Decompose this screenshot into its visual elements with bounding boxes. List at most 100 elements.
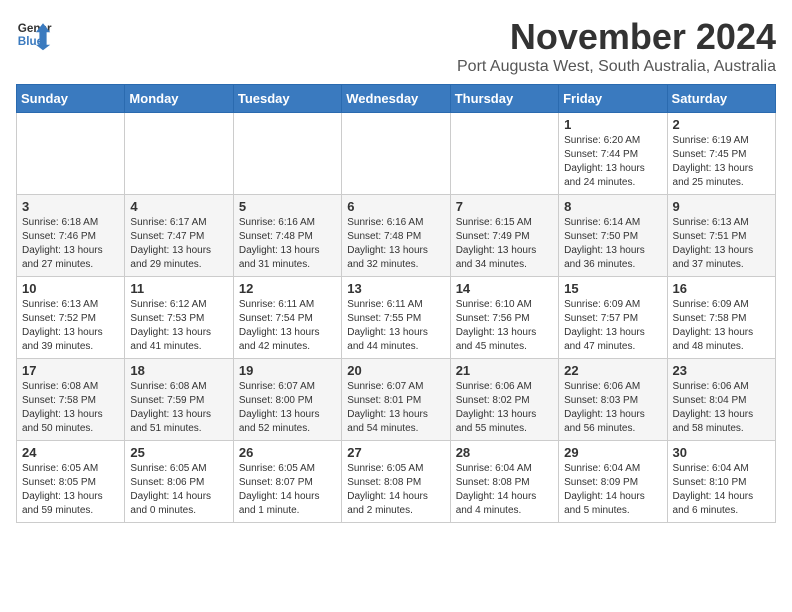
day-info: Sunrise: 6:06 AM Sunset: 8:04 PM Dayligh… (673, 381, 754, 434)
day-cell (233, 113, 341, 195)
day-cell: 19Sunrise: 6:07 AM Sunset: 8:00 PM Dayli… (233, 359, 341, 441)
day-cell: 21Sunrise: 6:06 AM Sunset: 8:02 PM Dayli… (450, 359, 558, 441)
day-cell: 4 Sunrise: 6:17 AM Sunset: 7:47 PM Daylig… (125, 195, 233, 277)
day-number: 18 (130, 363, 227, 378)
day-number: 20 (347, 363, 444, 378)
week-row-4: 17 Sunrise: 6:08 AM Sunset: 7:58 PM Dayli… (17, 359, 776, 441)
day-info: Sunrise: 6:08 AM Sunset: 7:58 PM Dayligh… (22, 381, 103, 434)
day-cell: 2 Sunrise: 6:19 AM Sunset: 7:45 PM Daylig… (667, 113, 775, 195)
day-cell: 27 Sunrise: 6:05 AM Sunset: 8:08 PM Dayli… (342, 441, 450, 523)
day-number: 4 (130, 199, 227, 214)
week-row-2: 3Sunrise: 6:18 AM Sunset: 7:46 PM Daylig… (17, 195, 776, 277)
day-cell: 15 Sunrise: 6:09 AM Sunset: 7:57 PM Dayli… (559, 277, 667, 359)
day-number: 9 (673, 199, 770, 214)
day-info: Sunrise: 6:07 AM Sunset: 8:00 PM Dayligh… (239, 381, 320, 434)
day-info: Sunrise: 6:11 AM Sunset: 7:55 PM Dayligh… (347, 299, 428, 352)
calendar-body: 1 Sunrise: 6:20 AM Sunset: 7:44 PM Daylig… (17, 113, 776, 523)
calendar-header: SundayMondayTuesdayWednesdayThursdayFrid… (17, 85, 776, 113)
day-cell: 23 Sunrise: 6:06 AM Sunset: 8:04 PM Dayli… (667, 359, 775, 441)
day-number: 25 (130, 445, 227, 460)
week-row-3: 10 Sunrise: 6:13 AM Sunset: 7:52 PM Dayli… (17, 277, 776, 359)
day-info: Sunrise: 6:13 AM Sunset: 7:52 PM Dayligh… (22, 299, 103, 352)
day-cell: 26Sunrise: 6:05 AM Sunset: 8:07 PM Dayli… (233, 441, 341, 523)
day-info: Sunrise: 6:13 AM Sunset: 7:51 PM Dayligh… (673, 217, 754, 270)
day-cell: 6 Sunrise: 6:16 AM Sunset: 7:48 PM Daylig… (342, 195, 450, 277)
header-cell-wednesday: Wednesday (342, 85, 450, 113)
day-info: Sunrise: 6:05 AM Sunset: 8:06 PM Dayligh… (130, 463, 211, 516)
day-cell: 10 Sunrise: 6:13 AM Sunset: 7:52 PM Dayli… (17, 277, 125, 359)
day-cell: 3Sunrise: 6:18 AM Sunset: 7:46 PM Daylig… (17, 195, 125, 277)
day-info: Sunrise: 6:18 AM Sunset: 7:46 PM Dayligh… (22, 217, 103, 270)
day-cell (342, 113, 450, 195)
day-number: 17 (22, 363, 119, 378)
day-number: 27 (347, 445, 444, 460)
day-info: Sunrise: 6:07 AM Sunset: 8:01 PM Dayligh… (347, 381, 428, 434)
header-row: SundayMondayTuesdayWednesdayThursdayFrid… (17, 85, 776, 113)
day-cell (450, 113, 558, 195)
day-info: Sunrise: 6:17 AM Sunset: 7:47 PM Dayligh… (130, 217, 211, 270)
day-cell: 20 Sunrise: 6:07 AM Sunset: 8:01 PM Dayli… (342, 359, 450, 441)
logo: General Blue (16, 16, 52, 52)
day-cell: 7Sunrise: 6:15 AM Sunset: 7:49 PM Daylig… (450, 195, 558, 277)
month-title: November 2024 (457, 16, 776, 58)
day-info: Sunrise: 6:12 AM Sunset: 7:53 PM Dayligh… (130, 299, 211, 352)
day-cell: 18Sunrise: 6:08 AM Sunset: 7:59 PM Dayli… (125, 359, 233, 441)
week-row-1: 1 Sunrise: 6:20 AM Sunset: 7:44 PM Daylig… (17, 113, 776, 195)
day-info: Sunrise: 6:09 AM Sunset: 7:57 PM Dayligh… (564, 299, 645, 352)
day-number: 7 (456, 199, 553, 214)
day-number: 28 (456, 445, 553, 460)
day-info: Sunrise: 6:16 AM Sunset: 7:48 PM Dayligh… (347, 217, 428, 270)
day-cell: 5 Sunrise: 6:16 AM Sunset: 7:48 PM Daylig… (233, 195, 341, 277)
day-number: 2 (673, 117, 770, 132)
day-number: 16 (673, 281, 770, 296)
day-cell: 28 Sunrise: 6:04 AM Sunset: 8:08 PM Dayli… (450, 441, 558, 523)
day-info: Sunrise: 6:20 AM Sunset: 7:44 PM Dayligh… (564, 135, 645, 188)
calendar-table: SundayMondayTuesdayWednesdayThursdayFrid… (16, 84, 776, 523)
day-info: Sunrise: 6:04 AM Sunset: 8:10 PM Dayligh… (673, 463, 754, 516)
day-number: 13 (347, 281, 444, 296)
day-number: 23 (673, 363, 770, 378)
day-info: Sunrise: 6:05 AM Sunset: 8:08 PM Dayligh… (347, 463, 428, 516)
day-cell: 30 Sunrise: 6:04 AM Sunset: 8:10 PM Dayli… (667, 441, 775, 523)
day-number: 14 (456, 281, 553, 296)
day-number: 30 (673, 445, 770, 460)
header-cell-thursday: Thursday (450, 85, 558, 113)
day-cell: 12 Sunrise: 6:11 AM Sunset: 7:54 PM Dayli… (233, 277, 341, 359)
day-cell: 24Sunrise: 6:05 AM Sunset: 8:05 PM Dayli… (17, 441, 125, 523)
header-cell-tuesday: Tuesday (233, 85, 341, 113)
day-info: Sunrise: 6:06 AM Sunset: 8:02 PM Dayligh… (456, 381, 537, 434)
day-info: Sunrise: 6:06 AM Sunset: 8:03 PM Dayligh… (564, 381, 645, 434)
day-number: 10 (22, 281, 119, 296)
day-number: 15 (564, 281, 661, 296)
day-info: Sunrise: 6:11 AM Sunset: 7:54 PM Dayligh… (239, 299, 320, 352)
day-cell: 8Sunrise: 6:14 AM Sunset: 7:50 PM Daylig… (559, 195, 667, 277)
day-info: Sunrise: 6:14 AM Sunset: 7:50 PM Dayligh… (564, 217, 645, 270)
day-number: 12 (239, 281, 336, 296)
header-cell-sunday: Sunday (17, 85, 125, 113)
day-number: 22 (564, 363, 661, 378)
day-number: 24 (22, 445, 119, 460)
day-number: 29 (564, 445, 661, 460)
day-info: Sunrise: 6:16 AM Sunset: 7:48 PM Dayligh… (239, 217, 320, 270)
logo-icon: General Blue (16, 16, 52, 52)
day-cell: 22 Sunrise: 6:06 AM Sunset: 8:03 PM Dayli… (559, 359, 667, 441)
header-cell-saturday: Saturday (667, 85, 775, 113)
day-number: 1 (564, 117, 661, 132)
day-cell: 25 Sunrise: 6:05 AM Sunset: 8:06 PM Dayli… (125, 441, 233, 523)
day-info: Sunrise: 6:19 AM Sunset: 7:45 PM Dayligh… (673, 135, 754, 188)
day-number: 5 (239, 199, 336, 214)
day-number: 6 (347, 199, 444, 214)
header-cell-friday: Friday (559, 85, 667, 113)
day-info: Sunrise: 6:09 AM Sunset: 7:58 PM Dayligh… (673, 299, 754, 352)
day-info: Sunrise: 6:04 AM Sunset: 8:08 PM Dayligh… (456, 463, 537, 516)
day-cell (125, 113, 233, 195)
day-cell: 17 Sunrise: 6:08 AM Sunset: 7:58 PM Dayli… (17, 359, 125, 441)
day-cell: 14Sunrise: 6:10 AM Sunset: 7:56 PM Dayli… (450, 277, 558, 359)
week-row-5: 24Sunrise: 6:05 AM Sunset: 8:05 PM Dayli… (17, 441, 776, 523)
header-cell-monday: Monday (125, 85, 233, 113)
day-cell: 29Sunrise: 6:04 AM Sunset: 8:09 PM Dayli… (559, 441, 667, 523)
day-number: 26 (239, 445, 336, 460)
day-cell: 1 Sunrise: 6:20 AM Sunset: 7:44 PM Daylig… (559, 113, 667, 195)
title-area: November 2024 Port Augusta West, South A… (457, 16, 776, 76)
day-cell: 16 Sunrise: 6:09 AM Sunset: 7:58 PM Dayli… (667, 277, 775, 359)
